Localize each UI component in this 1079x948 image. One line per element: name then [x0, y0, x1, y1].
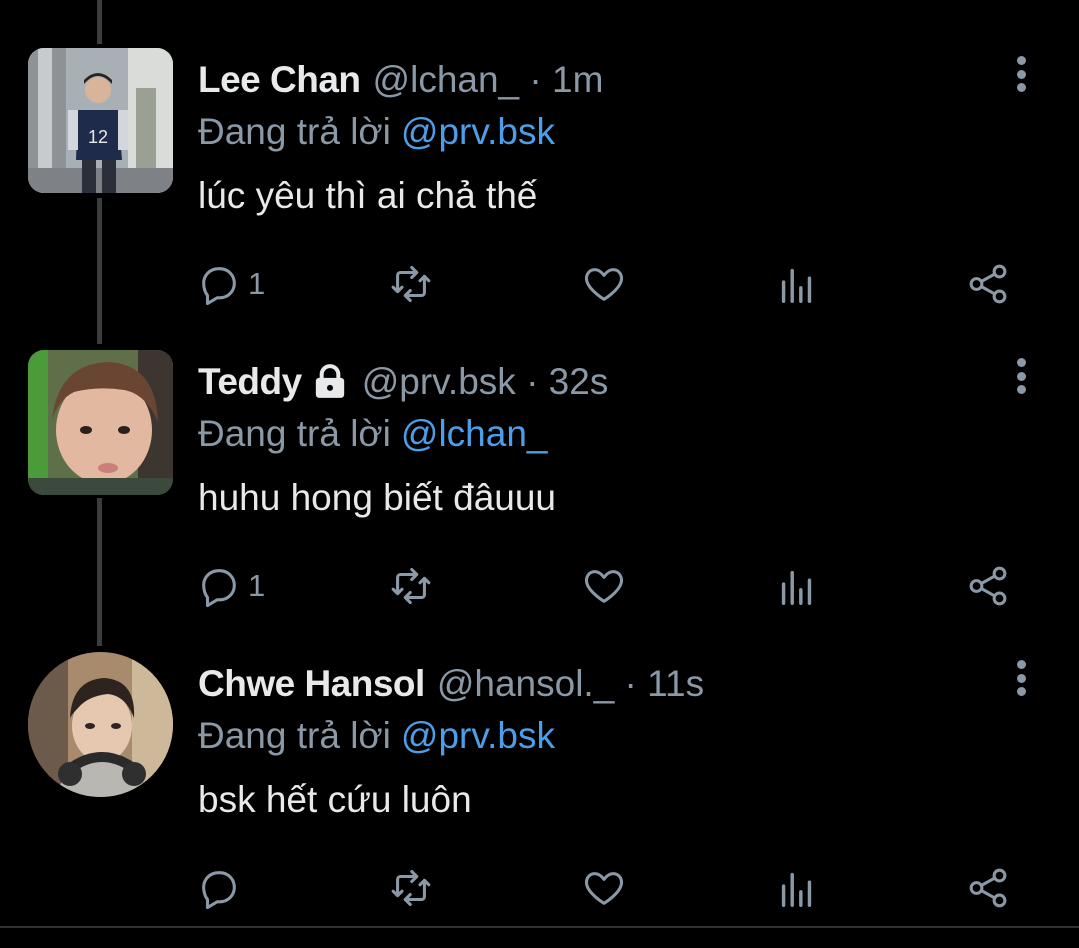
action-bar: 1 — [0, 254, 1079, 314]
lock-icon — [315, 364, 344, 398]
views-button[interactable] — [774, 858, 820, 918]
reply-mention-link[interactable]: @lchan_ — [401, 413, 548, 455]
tweet[interactable]: 12 Lee Chan @lchan_ · 1m Đang trả lời @p… — [0, 44, 1079, 344]
like-button[interactable] — [581, 858, 627, 918]
views-icon — [781, 570, 812, 605]
reply-button[interactable]: 1 — [196, 254, 265, 314]
reply-icon — [202, 569, 236, 608]
heart-icon — [584, 872, 624, 905]
retweet-icon — [391, 869, 431, 907]
reply-icon — [202, 267, 236, 306]
display-name[interactable]: Teddy — [198, 361, 302, 403]
replying-to-label: Đang trả lời — [198, 715, 391, 756]
like-button[interactable] — [581, 254, 627, 314]
views-icon — [781, 268, 812, 303]
action-bar — [0, 858, 1079, 918]
display-name[interactable]: Lee Chan — [198, 59, 361, 101]
handle-and-time[interactable]: @hansol._ · 11s — [437, 663, 704, 705]
heart-icon — [584, 570, 624, 603]
views-button[interactable] — [774, 556, 820, 616]
display-name[interactable]: Chwe Hansol — [198, 663, 425, 705]
divider — [0, 926, 1079, 928]
tweet-text: huhu hong biết đâuuu — [198, 477, 557, 518]
avatar[interactable] — [28, 652, 173, 797]
share-icon — [969, 264, 1007, 304]
views-button[interactable] — [774, 254, 820, 314]
replying-to-label: Đang trả lời — [198, 413, 391, 454]
thread-line — [97, 0, 102, 44]
tweet[interactable]: Chwe Hansol @hansol._ · 11s Đang trả lời… — [0, 648, 1079, 948]
retweet-icon — [391, 567, 431, 605]
avatar-photo — [28, 652, 173, 797]
reply-button[interactable]: 1 — [196, 556, 265, 616]
tweet[interactable]: Teddy @prv.bsk · 32s Đang trả lời @lchan… — [0, 346, 1079, 646]
svg-text:12: 12 — [88, 127, 108, 147]
reply-mention-link[interactable]: @prv.bsk — [401, 111, 555, 153]
retweet-icon — [391, 265, 431, 303]
more-vertical-icon[interactable] — [1004, 52, 1038, 96]
tweet-text: bsk hết cứu luôn — [198, 779, 472, 820]
share-button[interactable] — [965, 858, 1011, 918]
share-button[interactable] — [965, 556, 1011, 616]
handle-and-time[interactable]: @prv.bsk · 32s — [362, 361, 609, 403]
share-icon — [969, 868, 1007, 908]
reply-count: 1 — [248, 568, 266, 603]
reply-mention-link[interactable]: @prv.bsk — [401, 715, 555, 757]
replying-to-label: Đang trả lời — [198, 111, 391, 152]
avatar[interactable] — [28, 350, 173, 495]
more-vertical-icon[interactable] — [1004, 656, 1038, 700]
handle-and-time[interactable]: @lchan_ · 1m — [373, 59, 604, 101]
share-button[interactable] — [965, 254, 1011, 314]
share-icon — [969, 566, 1007, 606]
more-vertical-icon[interactable] — [1004, 354, 1038, 398]
reply-icon — [202, 871, 236, 910]
retweet-button[interactable] — [388, 254, 434, 314]
like-button[interactable] — [581, 556, 627, 616]
retweet-button[interactable] — [388, 556, 434, 616]
views-icon — [781, 872, 812, 907]
action-bar: 1 — [0, 556, 1079, 616]
reply-count: 1 — [248, 266, 266, 301]
heart-icon — [584, 268, 624, 301]
avatar-photo: 12 — [28, 48, 173, 193]
avatar[interactable]: 12 — [28, 48, 173, 193]
reply-button[interactable] — [196, 858, 248, 918]
retweet-button[interactable] — [388, 858, 434, 918]
avatar-photo — [28, 350, 173, 495]
tweet-text: lúc yêu thì ai chả thế — [198, 175, 538, 216]
